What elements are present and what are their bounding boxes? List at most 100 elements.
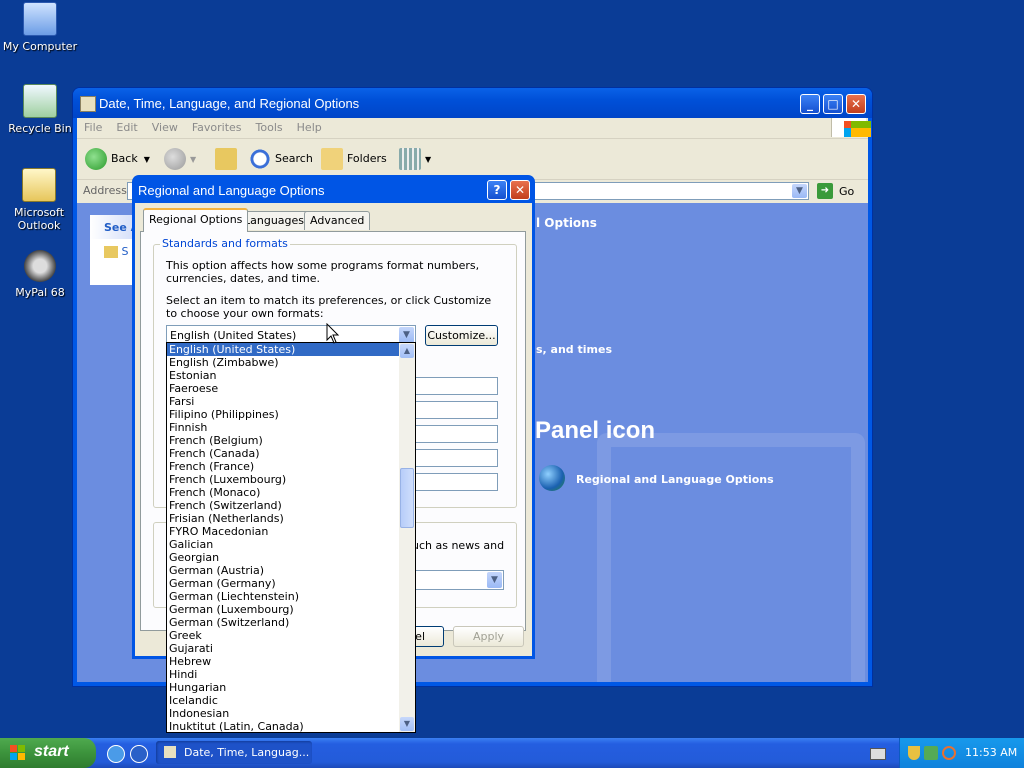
tab-advanced[interactable]: Advanced (304, 211, 371, 230)
menu-file[interactable]: File (77, 118, 109, 134)
views-button[interactable]: ▼ (399, 146, 431, 172)
dropdown-item[interactable]: Frisian (Netherlands) (167, 512, 399, 525)
dropdown-item[interactable]: French (Switzerland) (167, 499, 399, 512)
start-button[interactable]: start (0, 738, 96, 768)
dropdown-item[interactable]: Inuktitut (Latin, Canada) (167, 720, 399, 732)
close-button[interactable]: ✕ (846, 94, 866, 114)
help-button[interactable]: ? (487, 180, 507, 200)
dropdown-item[interactable]: English (United States) (167, 343, 399, 356)
chevron-down-icon[interactable]: ▼ (487, 572, 502, 588)
taskbar-window-button[interactable]: Date, Time, Languag... (156, 741, 312, 764)
dropdown-item[interactable]: English (Zimbabwe) (167, 356, 399, 369)
menu-tools[interactable]: Tools (249, 118, 290, 134)
dropdown-item[interactable]: Gujarati (167, 642, 399, 655)
dropdown-item[interactable]: German (Liechtenstein) (167, 590, 399, 603)
menu-favorites[interactable]: Favorites (185, 118, 249, 134)
forward-button[interactable]: ▼ (164, 146, 196, 172)
system-tray: 11:53 AM (899, 738, 1024, 768)
back-arrow-icon (85, 148, 107, 170)
dropdown-scrollbar[interactable]: ▲ ▼ (399, 343, 415, 732)
dialog-close-button[interactable]: ✕ (510, 180, 530, 200)
dropdown-item[interactable]: Icelandic (167, 694, 399, 707)
dropdown-item[interactable]: German (Luxembourg) (167, 603, 399, 616)
desktop-icon-recycle-bin[interactable]: Recycle Bin (0, 84, 80, 135)
up-folder-button[interactable] (215, 146, 241, 172)
mouse-cursor-icon (326, 323, 340, 344)
control-panel-icon (164, 746, 176, 758)
folders-button[interactable]: Folders (321, 146, 387, 172)
chevron-down-icon[interactable]: ▼ (399, 327, 414, 343)
dropdown-item[interactable]: German (Germany) (167, 577, 399, 590)
description-text: This option affects how some programs fo… (166, 259, 480, 285)
dropdown-item[interactable]: French (Monaco) (167, 486, 399, 499)
back-button[interactable]: Back ▼ (85, 146, 150, 172)
dropdown-item[interactable]: Filipino (Philippines) (167, 408, 399, 421)
chevron-down-icon: ▼ (425, 155, 432, 164)
windows-logo-icon (831, 118, 871, 137)
customize-button[interactable]: Customize... (425, 325, 498, 346)
tab-languages[interactable]: Languages (238, 211, 311, 230)
scroll-down-icon[interactable]: ▼ (400, 717, 414, 731)
network-icon[interactable] (924, 746, 938, 760)
keyboard-icon[interactable] (870, 748, 886, 760)
quick-launch-icon[interactable] (130, 745, 148, 763)
menu-help[interactable]: Help (290, 118, 329, 134)
desktop-icon-mypal[interactable]: MyPal 68 (0, 250, 80, 299)
dropdown-item[interactable]: Hungarian (167, 681, 399, 694)
dropdown-item[interactable]: Farsi (167, 395, 399, 408)
dropdown-item[interactable]: FYRO Macedonian (167, 525, 399, 538)
forward-arrow-icon (164, 148, 186, 170)
recycle-bin-icon (23, 84, 57, 118)
search-button[interactable]: Search (249, 146, 313, 172)
dropdown-item[interactable]: Finnish (167, 421, 399, 434)
dropdown-item[interactable]: Hebrew (167, 655, 399, 668)
computer-icon (23, 2, 57, 36)
dropdown-item[interactable]: Indonesian (167, 707, 399, 720)
taskbar: start Date, Time, Languag... 11:53 AM (0, 738, 1024, 768)
task-link[interactable]: s, and times (536, 343, 612, 356)
group-title: Standards and formats (160, 237, 290, 250)
dropdown-item[interactable]: German (Switzerland) (167, 616, 399, 629)
dropdown-item[interactable]: French (Canada) (167, 447, 399, 460)
explorer-titlebar[interactable]: Date, Time, Language, and Regional Optio… (73, 88, 872, 118)
desktop-icon-outlook[interactable]: Microsoft Outlook (0, 168, 78, 232)
desktop-icon-my-computer[interactable]: My Computer (0, 2, 80, 53)
dropdown-item[interactable]: Georgian (167, 551, 399, 564)
tab-regional-options[interactable]: Regional Options (143, 208, 249, 232)
dropdown-item[interactable]: French (France) (167, 460, 399, 473)
globe-icon[interactable] (539, 465, 565, 491)
menu-view[interactable]: View (145, 118, 185, 134)
minimize-button[interactable]: _ (800, 94, 820, 114)
dropdown-item[interactable]: French (Luxembourg) (167, 473, 399, 486)
search-icon (249, 148, 271, 170)
search-tray-icon[interactable] (942, 746, 956, 760)
sample-currency-field (410, 401, 498, 419)
clock[interactable]: 11:53 AM (965, 746, 1017, 759)
dropdown-item[interactable]: French (Belgium) (167, 434, 399, 447)
scroll-up-icon[interactable]: ▲ (400, 344, 414, 358)
sample-long-date-field (410, 473, 498, 491)
dialog-title: Regional and Language Options (138, 183, 325, 198)
security-shield-icon[interactable] (908, 746, 920, 760)
chevron-down-icon: ▼ (190, 155, 197, 164)
folder-icon (104, 246, 118, 258)
folder-icon (321, 148, 343, 170)
menu-edit[interactable]: Edit (109, 118, 144, 134)
chevron-down-icon[interactable]: ▼ (792, 184, 807, 198)
menubar: File Edit View Favorites Tools Help (77, 118, 871, 139)
maximize-button[interactable]: □ (823, 94, 843, 114)
format-dropdown-list[interactable]: English (United States) English (Zimbabwe… (166, 342, 416, 733)
dropdown-item[interactable]: Galician (167, 538, 399, 551)
raccoon-icon (24, 250, 56, 282)
scroll-thumb[interactable] (400, 468, 414, 528)
dropdown-item[interactable]: Faeroese (167, 382, 399, 395)
windows-flag-icon (10, 745, 26, 761)
dropdown-item[interactable]: German (Austria) (167, 564, 399, 577)
dropdown-item[interactable]: Estonian (167, 369, 399, 382)
apply-button[interactable]: Apply (453, 626, 524, 647)
dropdown-item[interactable]: Greek (167, 629, 399, 642)
up-folder-icon (215, 148, 237, 170)
internet-explorer-icon[interactable] (107, 745, 125, 763)
dropdown-item[interactable]: Hindi (167, 668, 399, 681)
views-icon (399, 148, 421, 170)
